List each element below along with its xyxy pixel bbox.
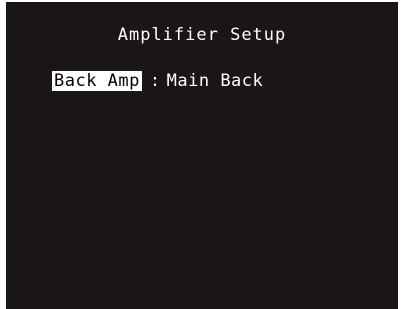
setting-value[interactable]: Main Back [167, 71, 264, 91]
setting-label-selected[interactable]: Back Amp [52, 71, 142, 91]
setting-separator: : [149, 71, 161, 91]
page-title: Amplifier Setup [117, 25, 287, 45]
osd-screen: Amplifier Setup Back Amp: Main Back [6, 2, 398, 309]
setting-row-back-amp[interactable]: Back Amp: Main Back [52, 70, 263, 92]
